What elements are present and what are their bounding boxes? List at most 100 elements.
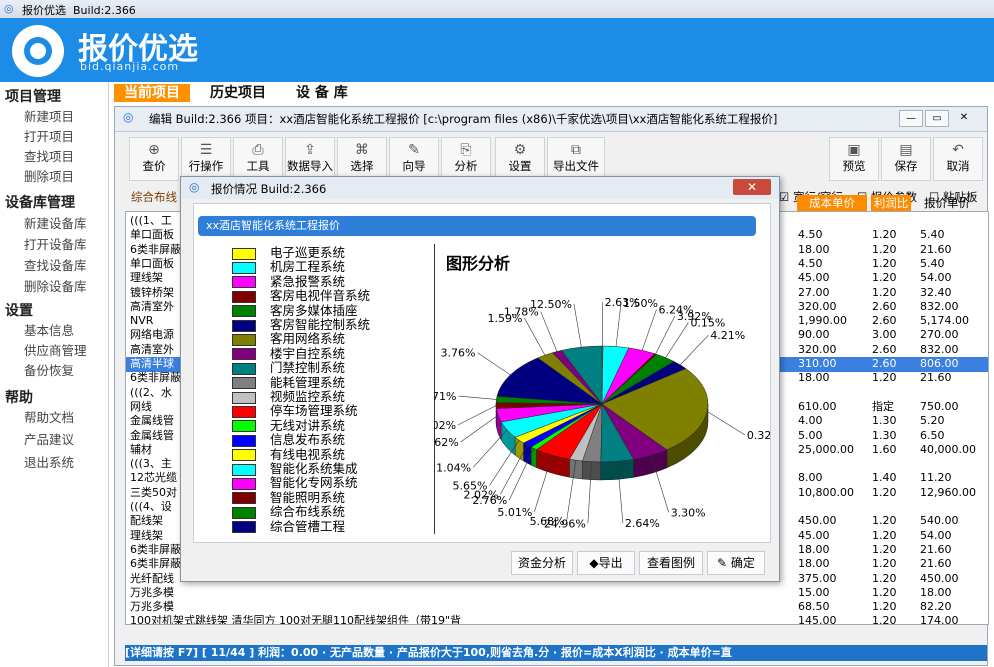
row-name-cell: 辅材 (130, 442, 152, 456)
row-profit-cell: 1.20 (872, 228, 897, 242)
export-button[interactable]: ◆导出 (577, 551, 635, 575)
sidebar-item-exit[interactable]: 退出系统 (24, 452, 74, 471)
legend-swatch (232, 521, 256, 534)
minimize-button[interactable]: — (899, 110, 923, 127)
col-profit-header[interactable]: 利润比 (871, 195, 911, 211)
import-icon: ⇪ (304, 142, 316, 158)
dialog-title-bar: ◎ 报价情况 Build:2.366 ✕ (181, 177, 779, 199)
row-price-cell: 11.20 (920, 471, 952, 485)
row-cost-cell: 27.00 (798, 285, 830, 299)
dialog-close-button[interactable]: ✕ (733, 179, 771, 195)
legend-label: 机房工程系统 (270, 259, 346, 275)
row-profit-cell: 1.20 (872, 571, 897, 585)
view-legend-button[interactable]: 查看图例 (639, 551, 703, 575)
row-name-cell: 6类非屏蔽 (130, 371, 181, 385)
row-price-cell: 21.60 (920, 557, 952, 571)
pie-slice-label: 1.04% (436, 461, 471, 474)
row-price-cell: 18.00 (920, 585, 952, 599)
toolbar-row-button[interactable]: ☰ 行操作 (181, 137, 231, 181)
analyze-icon: ⎘ (460, 142, 472, 158)
label-leader-line (615, 302, 622, 347)
sidebar-item-backup[interactable]: 备份恢复 (24, 360, 74, 379)
toolbar-cancel-button[interactable]: ↶ 取消 (933, 137, 983, 181)
sidebar-item-find-lib[interactable]: 查找设备库 (24, 255, 87, 274)
toolbar-import-button[interactable]: ⇪ 数据导入 (285, 137, 335, 181)
toolbar-preview-button[interactable]: ▣ 预览 (829, 137, 879, 181)
toolbar-export-button[interactable]: ⧉ 导出文件 (547, 137, 605, 181)
row-profit-cell: 1.20 (872, 614, 897, 625)
export-icon: ⧉ (571, 142, 581, 158)
legend-item: 无线对讲系统 (232, 418, 345, 433)
row-name-cell: 万兆多模 (130, 600, 174, 614)
row-price-cell: 54.00 (920, 528, 952, 542)
brand-banner: 报价优选 bid.qianjia.com (0, 18, 994, 82)
legend-swatch (232, 319, 256, 332)
legend-label: 客房多媒体插座 (270, 302, 358, 318)
editor-icon: ◎ (123, 110, 134, 124)
label-leader-line (489, 440, 520, 486)
sidebar-item-basic-info[interactable]: 基本信息 (24, 320, 74, 339)
col-cost-header[interactable]: 成本单价 (797, 195, 867, 211)
row-cost-cell: 15.00 (798, 585, 830, 599)
toolbar-select-button[interactable]: ⌘ 选择 (337, 137, 387, 181)
pie-slice-label: 1.62% (434, 436, 459, 449)
legend-swatch (232, 333, 256, 346)
toolbar-wizard-button[interactable]: ✎ 向导 (389, 137, 439, 181)
row-price-cell: 832.00 (920, 299, 959, 313)
table-row[interactable]: 100对机架式跳线架 清华同方 100对无腿110配线架组件（带19"背 145.… (126, 614, 988, 625)
row-price-cell: 21.60 (920, 371, 952, 385)
legend-item: 机房工程系统 (232, 260, 345, 274)
toolbar-price-button[interactable]: ⊕ 查价 (129, 137, 179, 181)
legend-swatch (232, 247, 256, 260)
legend-swatch (232, 276, 256, 289)
legend-swatch (232, 290, 256, 303)
toolbar-tools-button[interactable]: ⎙ 工具 (233, 137, 283, 181)
pie-slice-label: 5.01% (497, 506, 532, 519)
pie-slice-label: 4.71% (434, 390, 456, 403)
edit-icon: ✎ (408, 142, 420, 158)
legend-item: 客房智能控制系统 (232, 318, 370, 332)
row-name-cell: 单口面板 (130, 228, 174, 242)
row-cost-cell: 145.00 (798, 614, 837, 625)
legend-label: 电子巡更系统 (270, 245, 346, 260)
sidebar-item-feedback[interactable]: 产品建议 (24, 429, 74, 448)
sidebar-item-help-docs[interactable]: 帮助文档 (24, 407, 74, 426)
restore-button[interactable]: ▭ (925, 110, 949, 127)
row-cost-cell: 375.00 (798, 571, 837, 585)
tab-device-db[interactable]: 设 备 库 (286, 84, 358, 102)
sidebar-item-delete-lib[interactable]: 删除设备库 (24, 276, 87, 295)
row-price-cell: 806.00 (920, 357, 959, 370)
tab-current-project[interactable]: 当前项目 (114, 84, 190, 102)
toolbar-save-button[interactable]: ▤ 保存 (881, 137, 931, 181)
sidebar-item-new-project[interactable]: 新建项目 (24, 106, 74, 125)
toolbar-analyze-button[interactable]: ⎘ 分析 (441, 137, 491, 181)
legend-swatch (232, 377, 256, 390)
toolbar-settings-button[interactable]: ⚙ 设置 (495, 137, 545, 181)
legend-label: 能耗管理系统 (270, 374, 346, 390)
row-name-cell: 高清半球 (130, 357, 174, 370)
table-row[interactable]: 万兆多模 15.00 1.20 18.00 (126, 586, 988, 601)
sidebar-item-new-lib[interactable]: 新建设备库 (24, 213, 87, 232)
table-row[interactable]: 万兆多模 68.50 1.20 82.20 (126, 600, 988, 615)
tab-history[interactable]: 历史项目 (200, 84, 276, 102)
legend-swatch (232, 449, 256, 462)
sidebar-item-delete-project[interactable]: 删除项目 (24, 166, 74, 185)
legend-item: 紧急报警系统 (232, 274, 345, 289)
close-button[interactable]: ✕ (953, 110, 975, 125)
sidebar-item-find-project[interactable]: 查找项目 (24, 146, 74, 165)
row-cost-cell: 45.00 (798, 271, 830, 285)
row-profit-cell: 1.20 (872, 585, 897, 599)
row-name-cell: (((1、工 (130, 214, 172, 227)
row-name-cell: 6类非屏蔽 (130, 242, 181, 256)
label-leader-line (680, 334, 709, 366)
row-profit-cell: 1.20 (872, 285, 897, 299)
row-name-cell: 单口面板 (130, 256, 174, 270)
sidebar-item-suppliers[interactable]: 供应商管理 (24, 340, 87, 359)
ok-button[interactable]: ✎ 确定 (707, 551, 765, 575)
col-price-header[interactable]: 报价单价 (919, 195, 975, 211)
sidebar-item-open-lib[interactable]: 打开设备库 (24, 234, 87, 253)
legend-item: 智能化专网系统 (232, 476, 358, 490)
fund-analysis-button[interactable]: 资金分析 (511, 551, 573, 575)
row-cost-cell: 320.00 (798, 342, 837, 356)
sidebar-item-open-project[interactable]: 打开项目 (24, 126, 74, 145)
